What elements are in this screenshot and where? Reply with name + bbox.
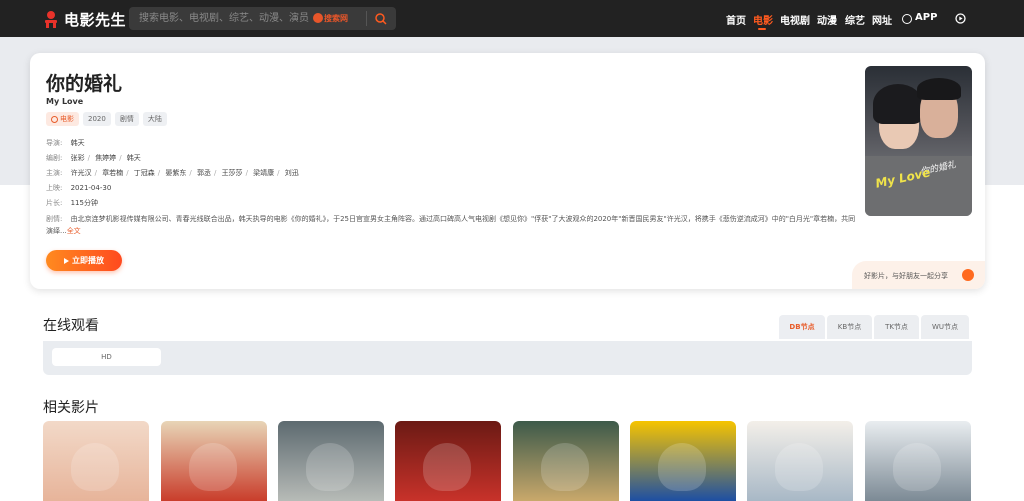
nav-anime[interactable]: 动漫 xyxy=(817,12,837,27)
film-icon xyxy=(51,115,58,123)
director-label: 导演: xyxy=(46,139,63,147)
source-tab-tk[interactable]: TK节点 xyxy=(874,315,919,339)
cast-link[interactable]: 丁冠森 xyxy=(134,169,155,177)
episode-panel: HD xyxy=(43,341,972,375)
related-movie-thumbnail[interactable] xyxy=(747,421,853,501)
search-brand-icon xyxy=(313,13,323,23)
logo-icon xyxy=(45,11,57,28)
tag-category[interactable]: 电影 xyxy=(46,112,79,126)
related-section-title: 相关影片 xyxy=(43,400,99,416)
related-list xyxy=(43,421,973,501)
search-brand-label: 搜索网 xyxy=(324,14,348,23)
top-header: 电影先生 搜索网 首页 电影 电视剧 动漫 综艺 网址 APP xyxy=(0,0,1024,37)
search-input[interactable] xyxy=(139,7,309,30)
cast-row: 主演: 许光汉 / 章若楠 / 丁冠森 / 晏紫东 / 郭丞 / 王莎莎 / 梁靖康 / 刘迅 xyxy=(46,169,299,177)
site-logo[interactable]: 电影先生 xyxy=(42,9,126,29)
release-label: 上映: xyxy=(46,184,63,192)
related-movie-thumbnail[interactable] xyxy=(278,421,384,501)
thumbnail-art xyxy=(423,443,471,491)
tag-genre[interactable]: 剧情 xyxy=(114,112,139,126)
thumbnail-art xyxy=(71,443,119,491)
nav-sites[interactable]: 网址 xyxy=(872,12,892,27)
tag-list: 电影 2020 剧情 大陆 xyxy=(46,112,167,126)
cast-link[interactable]: 许光汉 xyxy=(71,169,92,177)
movie-poster[interactable]: 你的婚礼 My Love xyxy=(865,66,972,216)
logo-text: 电影先生 xyxy=(64,10,127,29)
cast-link[interactable]: 章若楠 xyxy=(102,169,123,177)
movie-detail-card: 你的婚礼 My Love 电影 2020 剧情 大陆 导演: 韩天 编剧: 张彩… xyxy=(30,53,985,289)
writer-label: 编剧: xyxy=(46,154,63,162)
thumbnail-art xyxy=(893,443,941,491)
writer-link[interactable]: 焦婷婷 xyxy=(95,154,116,162)
length-row: 片长: 115分钟 xyxy=(46,198,98,208)
nav-variety[interactable]: 综艺 xyxy=(845,12,865,27)
tag-region[interactable]: 大陆 xyxy=(142,112,167,126)
plot-more-link[interactable]: 全文 xyxy=(67,227,81,235)
release-date: 2021-04-30 xyxy=(70,184,112,192)
nav-app[interactable]: APP xyxy=(915,12,937,23)
app-icon xyxy=(902,14,912,24)
play-history-icon[interactable] xyxy=(955,13,966,24)
search-divider xyxy=(366,11,367,26)
movie-title: 你的婚礼 xyxy=(46,73,123,95)
share-panel[interactable]: 好影片，与好朋友一起分享 xyxy=(852,261,985,289)
poster-art xyxy=(873,84,923,124)
related-movie-thumbnail[interactable] xyxy=(395,421,501,501)
search-icon[interactable] xyxy=(373,11,389,27)
director-link[interactable]: 韩天 xyxy=(71,139,85,147)
release-row: 上映: 2021-04-30 xyxy=(46,183,111,193)
plot-summary: 剧情: 由北京连梦机影视传媒有限公司、青春光线联合出品，韩天执导的电影《你的婚礼… xyxy=(46,213,861,237)
nav-tv[interactable]: 电视剧 xyxy=(780,12,810,27)
share-text: 好影片，与好朋友一起分享 xyxy=(864,272,948,280)
thumbnail-art xyxy=(306,443,354,491)
related-movie-thumbnail[interactable] xyxy=(513,421,619,501)
cast-link[interactable]: 郭丞 xyxy=(197,169,211,177)
play-now-button[interactable]: 立即播放 xyxy=(46,250,122,271)
related-movie-thumbnail[interactable] xyxy=(865,421,971,501)
plot-label: 剧情: xyxy=(46,215,63,223)
thumbnail-art xyxy=(541,443,589,491)
cast-label: 主演: xyxy=(46,169,63,177)
source-tab-wu[interactable]: WU节点 xyxy=(921,315,969,339)
online-section-title: 在线观看 xyxy=(43,318,99,334)
nav-movie[interactable]: 电影 xyxy=(753,12,773,27)
nav-home[interactable]: 首页 xyxy=(726,12,746,27)
cast-link[interactable]: 王莎莎 xyxy=(222,169,243,177)
poster-art xyxy=(917,78,961,100)
movie-subtitle: My Love xyxy=(46,97,84,106)
writer-link[interactable]: 韩天 xyxy=(127,154,141,162)
source-tab-kb[interactable]: KB节点 xyxy=(827,315,872,339)
cast-link[interactable]: 晏紫东 xyxy=(165,169,186,177)
writer-link[interactable]: 张彩 xyxy=(71,154,85,162)
cast-link[interactable]: 梁靖康 xyxy=(253,169,274,177)
length-value: 115分钟 xyxy=(70,199,98,207)
search-box: 搜索网 xyxy=(129,7,396,30)
related-movie-thumbnail[interactable] xyxy=(43,421,149,501)
episode-button[interactable]: HD xyxy=(52,348,161,366)
plot-text: 由北京连梦机影视传媒有限公司、青春光线联合出品，韩天执导的电影《你的婚礼》，于2… xyxy=(46,215,856,235)
director-row: 导演: 韩天 xyxy=(46,138,85,148)
share-icon[interactable] xyxy=(962,269,974,281)
play-icon xyxy=(64,257,69,264)
nav-active-indicator xyxy=(758,28,766,30)
thumbnail-art xyxy=(658,443,706,491)
source-tab-db[interactable]: DB节点 xyxy=(779,315,825,339)
cast-link[interactable]: 刘迅 xyxy=(285,169,299,177)
writer-row: 编剧: 张彩 / 焦婷婷 / 韩天 xyxy=(46,154,141,162)
thumbnail-art xyxy=(189,443,237,491)
thumbnail-art xyxy=(775,443,823,491)
length-label: 片长: xyxy=(46,199,63,207)
related-movie-thumbnail[interactable] xyxy=(161,421,267,501)
tag-year[interactable]: 2020 xyxy=(83,112,111,126)
source-tabs: DB节点 KB节点 TK节点 WU节点 xyxy=(779,315,969,339)
related-movie-thumbnail[interactable] xyxy=(630,421,736,501)
